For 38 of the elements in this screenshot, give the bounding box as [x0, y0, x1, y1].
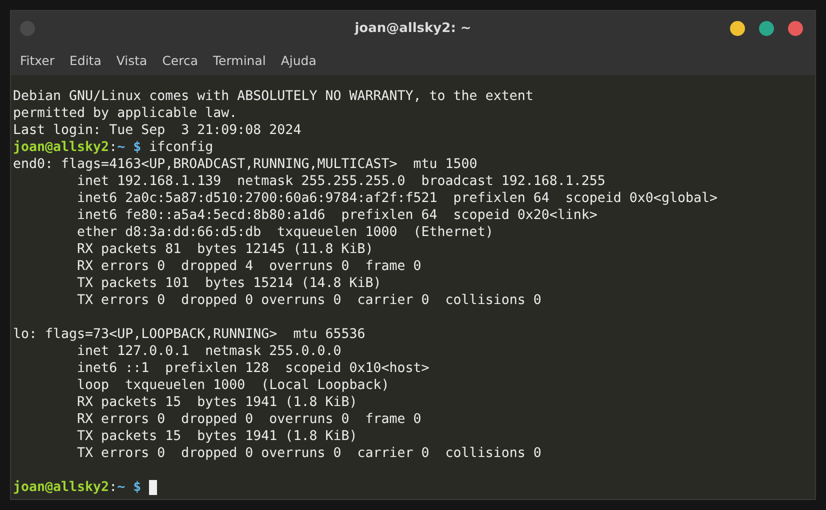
prompt-user-host: joan@allsky2: [13, 139, 110, 156]
prompt-separator: :: [109, 479, 118, 496]
output-line: loop txqueuelen 1000 (Local Loopback): [76, 377, 390, 394]
maximize-button[interactable]: [759, 20, 774, 36]
output-line: inet6 fe80::a5a4:5ecd:8b80:a1d6 prefixlen 64 scopeid 0x20<link>: [76, 207, 598, 224]
text-cursor: [149, 480, 158, 495]
output-line: lo: flags=73<UP,LOOPBACK,RUNNING> mtu 65536: [13, 326, 366, 343]
output-line: TX errors 0 dropped 0 overruns 0 carrier 0 collisions 0: [76, 445, 542, 462]
prompt-user-host: joan@allsky2: [13, 479, 110, 496]
output-line: ether d8:3a:dd:66:d5:db txqueuelen 1000 (Ethernet): [76, 224, 494, 241]
menu-item[interactable]: Terminal: [207, 50, 272, 70]
close-button[interactable]: [788, 20, 803, 36]
output-line: inet 127.0.0.1 netmask 255.0.0.0: [76, 343, 342, 360]
output-line: inet 192.168.1.139 netmask 255.255.255.0 broadcast 192.168.1.255: [76, 173, 606, 190]
output-line: TX errors 0 dropped 0 overruns 0 carrier 0 collisions 0: [76, 292, 542, 309]
menu-item[interactable]: Edita: [64, 50, 108, 70]
output-line: end0: flags=4163<UP,BROADCAST,RUNNING,MULTICAST> mtu 1500: [13, 156, 478, 173]
minimize-button[interactable]: [730, 20, 745, 36]
output-line: inet6 ::1 prefixlen 128 scopeid 0x10<host>: [76, 360, 430, 377]
output-line: RX errors 0 dropped 0 overruns 0 frame 0: [76, 411, 422, 428]
output-line: RX packets 81 bytes 12145 (11.8 KiB): [76, 241, 374, 258]
command-text: ifconfig: [148, 139, 214, 156]
prompt-separator: :: [109, 139, 118, 156]
output-line: Last login: Tue Sep 3 21:09:08 2024: [13, 122, 302, 139]
output-line: RX packets 15 bytes 1941 (1.8 KiB): [76, 394, 358, 411]
output-line: inet6 2a0c:5a87:d510:2700:60a6:9784:af2f:f521 prefixlen 64 scopeid 0x0<global>: [76, 190, 718, 207]
output-line: TX packets 101 bytes 15214 (14.8 KiB): [76, 275, 382, 292]
prompt-path: ~ $: [117, 479, 142, 496]
window-title: joan@allsky2: ~: [354, 20, 472, 36]
output-line: permitted by applicable law.: [13, 105, 238, 122]
menu-item[interactable]: Cerca: [156, 50, 204, 70]
menu-item[interactable]: Vista: [110, 50, 154, 70]
prompt-path: ~ $: [117, 139, 142, 156]
menu-item[interactable]: Fitxer: [14, 50, 60, 70]
output-line: RX errors 0 dropped 4 overruns 0 frame 0: [76, 258, 422, 275]
output-line: TX packets 15 bytes 1941 (1.8 KiB): [76, 428, 358, 445]
menu-item[interactable]: Ajuda: [274, 50, 322, 70]
output-line: Debian GNU/Linux comes with ABSOLUTELY NO WARRANTY, to the extent: [13, 88, 534, 105]
